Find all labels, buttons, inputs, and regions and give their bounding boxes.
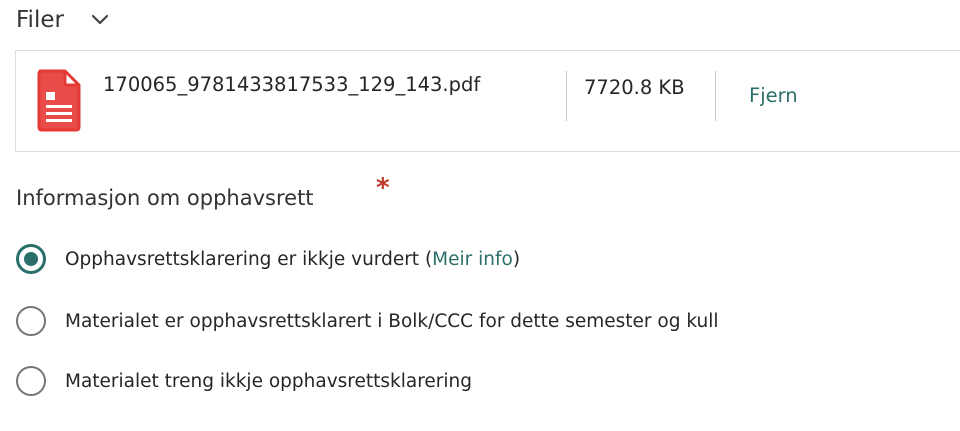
files-section-header: Filer [16, 4, 110, 36]
copyright-option-cleared-bolk[interactable]: Materialet er opphavsrettsklarert i Bolk… [16, 306, 718, 336]
radio-button[interactable] [16, 366, 46, 396]
file-item: 170065_9781433817533_129_143.pdf 7720.8 … [15, 50, 960, 152]
copyright-option-not-required[interactable]: Materialet treng ikkje opphavsrettsklare… [16, 366, 472, 396]
more-info-link[interactable]: Meir info [432, 249, 513, 270]
chevron-down-icon [91, 14, 109, 25]
remove-file-link[interactable]: Fjern [749, 84, 798, 107]
pdf-file-icon [37, 69, 81, 132]
divider [566, 71, 567, 121]
radio-label: Materialet treng ikkje opphavsrettsklare… [65, 370, 472, 392]
radio-label: Materialet er opphavsrettsklarert i Bolk… [65, 310, 719, 332]
radio-button-selected[interactable] [16, 244, 46, 274]
file-name: 170065_9781433817533_129_143.pdf [103, 73, 481, 96]
file-size: 7720.8 KB [584, 76, 685, 99]
required-indicator: * [376, 173, 390, 203]
divider [715, 71, 716, 121]
radio-label: Opphavsrettsklarering er ikkje vurdert (… [65, 248, 521, 270]
files-title: Filer [16, 7, 64, 33]
page: Filer 170065_9781433817533_129_143.pdf 7… [0, 0, 960, 431]
copyright-option-not-assessed[interactable]: Opphavsrettsklarering er ikkje vurdert (… [16, 244, 520, 274]
radio-button[interactable] [16, 306, 46, 336]
copyright-section-title: Informasjon om opphavsrett [16, 186, 314, 210]
files-toggle-button[interactable] [90, 10, 110, 30]
